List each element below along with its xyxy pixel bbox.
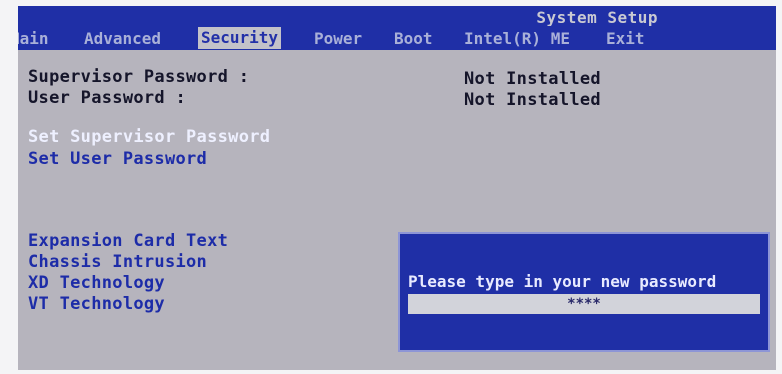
expansion-card-text-item[interactable]: Expansion Card Text: [28, 231, 228, 251]
supervisor-password-status: Not Installed: [464, 69, 601, 89]
bios-screen: System Setup Main Advanced Security Powe…: [18, 6, 776, 370]
menu-security[interactable]: Security: [198, 27, 282, 49]
menu-advanced[interactable]: Advanced: [84, 29, 161, 48]
xd-technology-item[interactable]: XD Technology: [28, 273, 165, 293]
password-prompt: Please type in your new password: [408, 272, 717, 291]
password-dialog: Please type in your new password ****: [398, 232, 770, 352]
menu-bar: Main Advanced Security Power Boot Intel(…: [18, 26, 776, 50]
set-supervisor-password-item[interactable]: Set Supervisor Password: [28, 127, 270, 147]
chassis-intrusion-item[interactable]: Chassis Intrusion: [28, 252, 207, 272]
menu-main[interactable]: Main: [18, 29, 49, 48]
user-password-label: User Password :: [28, 88, 187, 108]
menu-boot[interactable]: Boot: [394, 29, 433, 48]
menu-exit[interactable]: Exit: [606, 29, 645, 48]
set-user-password-item[interactable]: Set User Password: [28, 149, 207, 169]
menu-intel-me[interactable]: Intel(R) ME: [464, 29, 570, 48]
menu-power[interactable]: Power: [314, 29, 362, 48]
new-password-field[interactable]: ****: [408, 294, 760, 314]
vt-technology-item[interactable]: VT Technology: [28, 294, 165, 314]
user-password-status: Not Installed: [464, 90, 601, 110]
window-title: System Setup: [536, 8, 658, 27]
title-bar: System Setup: [18, 6, 776, 28]
supervisor-password-label: Supervisor Password :: [28, 67, 250, 87]
